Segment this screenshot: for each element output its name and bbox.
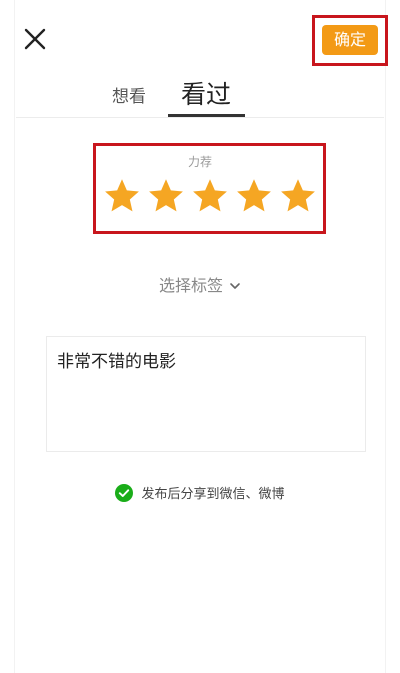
chevron-down-icon [229, 277, 241, 296]
star-icon[interactable] [276, 176, 320, 216]
movie-rating-screen: 确定 想看 看过 力荐 选择标签 非常不错的电影 发布后分享到微信、微博 [0, 0, 400, 673]
star-icon[interactable] [100, 176, 144, 216]
close-icon [24, 28, 46, 50]
comment-text: 非常不错的电影 [57, 352, 176, 372]
tab-divider [16, 117, 384, 118]
left-edge-divider [14, 0, 15, 673]
tab-want-to-watch[interactable]: 想看 [112, 82, 146, 107]
check-circle-icon[interactable] [115, 483, 134, 502]
share-toggle[interactable]: 发布后分享到微信、微博 [0, 483, 400, 502]
close-button[interactable] [22, 26, 48, 52]
star-icon[interactable] [144, 176, 188, 216]
star-rating[interactable] [100, 176, 320, 216]
right-edge-divider [385, 0, 386, 673]
star-icon[interactable] [188, 176, 232, 216]
share-label: 发布后分享到微信、微博 [141, 487, 285, 502]
select-tags-dropdown[interactable]: 选择标签 [0, 272, 400, 296]
star-icon[interactable] [232, 176, 276, 216]
confirm-button[interactable]: 确定 [322, 25, 378, 55]
tab-watched[interactable]: 看过 [181, 75, 231, 111]
select-tags-label: 选择标签 [158, 276, 223, 295]
comment-textarea[interactable]: 非常不错的电影 [46, 336, 366, 452]
rating-label: 力荐 [187, 155, 212, 169]
